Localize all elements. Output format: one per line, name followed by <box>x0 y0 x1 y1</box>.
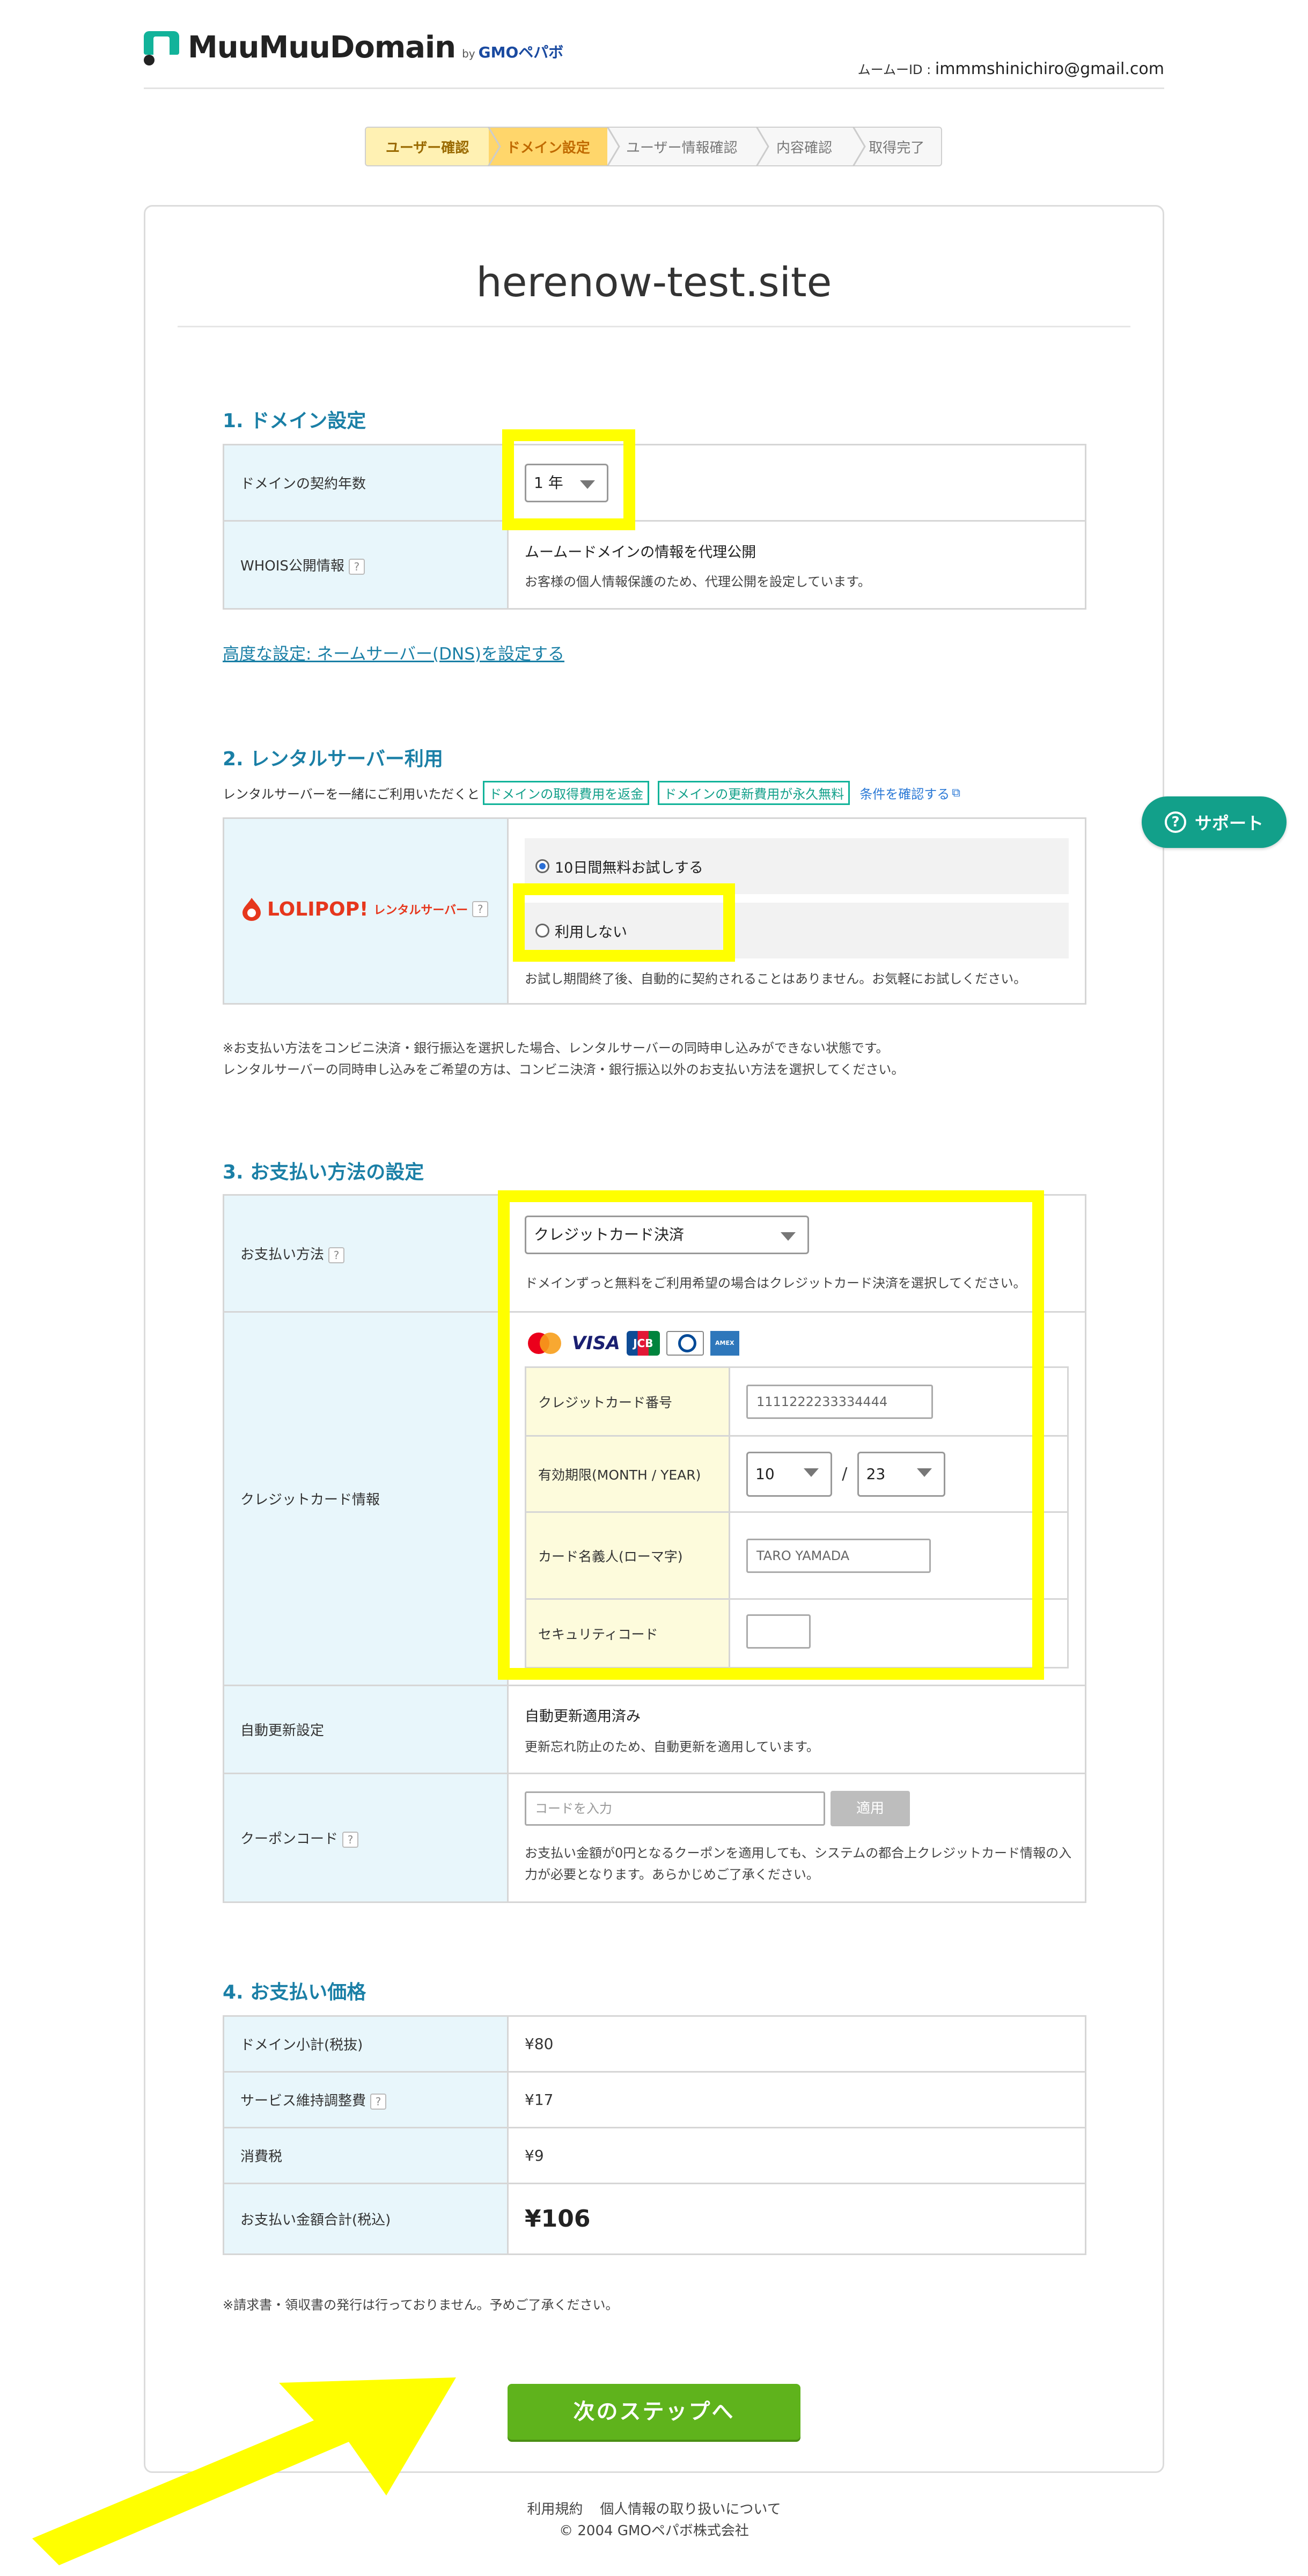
price-row-label-cell: サービス維持調整費? <box>223 2071 509 2128</box>
user-id: ムームーID : immmshinichiro@gmail.com <box>858 59 1164 78</box>
rental-intro-text: レンタルサーバーを一緒にご利用いただくと <box>223 787 480 802</box>
highlight-no-use-option <box>513 883 735 962</box>
price-row-label: サービス維持調整費 <box>240 2093 366 2109</box>
lolipop-help-icon[interactable]: ? <box>472 901 489 917</box>
coupon-note-line-2: 力が必要となります。あらかじめご了承ください。 <box>525 1867 819 1882</box>
price-row-label: 消費税 <box>223 2127 509 2184</box>
site-header: MuuMuuDomain by GMOペパボ ムームーID : immmshin… <box>144 26 1164 89</box>
coupon-label-cell: クーポンコード? <box>223 1773 509 1903</box>
conditions-link[interactable]: 条件を確認する <box>859 784 950 802</box>
coupon-label: クーポンコード <box>240 1831 339 1847</box>
privacy-link[interactable]: 個人情報の取り扱いについて <box>600 2501 781 2518</box>
highlight-term-select <box>502 429 635 530</box>
highlight-payment-area <box>498 1190 1044 1680</box>
payment-method-notice: ※お支払い方法をコンビニ決済・銀行振込を選択した場合、レンタルサーバーの同時申し… <box>223 1037 904 1080</box>
free-trial-label: 10日間無料お試しする <box>555 859 703 876</box>
support-label: サポート <box>1194 813 1263 833</box>
price-row-value: ¥80 <box>507 2015 1086 2073</box>
price-table: ドメイン小計(税抜) ¥80 サービス維持調整費? ¥17 消費税 ¥9 お支払… <box>223 2015 1086 2255</box>
whois-label-cell: WHOIS公開情報? <box>223 520 509 610</box>
coupon-note: お支払い金額が0円となるクーポンを適用しても、システムの都合上クレジットカード情… <box>525 1842 1085 1885</box>
term-label: ドメインの契約年数 <box>223 444 509 522</box>
muumuu-logo[interactable]: MuuMuuDomain by GMOペパボ <box>144 30 563 65</box>
section-domain-settings-title: 1. ドメイン設定 <box>223 410 366 432</box>
copyright: © 2004 GMOペパボ株式会社 <box>559 2523 749 2539</box>
card-info-label: クレジットカード情報 <box>223 1311 509 1686</box>
invoice-note: ※請求書・領収書の発行は行っておりません。予めご了承ください。 <box>223 2297 619 2312</box>
brand-by: by <box>462 47 475 60</box>
whois-cell: ムームードメインの情報を代理公開 お客様の個人情報保護のため、代理公開を設定して… <box>507 520 1086 610</box>
external-link-icon: ⧉ <box>952 786 960 800</box>
badge-refund: ドメインの取得費用を返金 <box>483 781 650 805</box>
price-row-value: ¥17 <box>507 2071 1086 2128</box>
coupon-note-line-1: お支払い金額が0円となるクーポンを適用しても、システムの都合上クレジットカード情… <box>525 1845 1072 1861</box>
dns-settings-link[interactable]: 高度な設定: ネームサーバー(DNS)を設定する <box>223 640 564 664</box>
service-fee-help-icon[interactable]: ? <box>370 2093 387 2110</box>
section-price-title: 4. お支払い価格 <box>223 1981 366 2003</box>
section-payment-method-title: 3. お支払い方法の設定 <box>223 1161 424 1183</box>
method-label-cell: お支払い方法? <box>223 1194 509 1313</box>
notice-line-2: レンタルサーバーの同時申し込みをご希望の方は、コンビニ決済・銀行振込以外のお支払… <box>223 1062 905 1077</box>
coupon-help-icon[interactable]: ? <box>342 1831 359 1848</box>
total-value: ¥106 <box>507 2183 1086 2255</box>
user-id-label: ムームーID : <box>857 62 935 77</box>
domain-name: herenow-test.site <box>476 258 832 306</box>
lolipop-cell: LOLIPOP! レンタルサーバー ? <box>223 817 509 1005</box>
auto-renew-value: 自動更新適用済み <box>525 1708 641 1725</box>
support-button[interactable]: ? サポート <box>1142 796 1287 848</box>
user-id-value: immmshinichiro@gmail.com <box>935 60 1164 78</box>
method-help-icon[interactable]: ? <box>328 1247 345 1263</box>
coupon-code-input[interactable]: コードを入力 <box>525 1791 825 1826</box>
annotation-arrow-icon <box>32 2377 456 2565</box>
lolipop-sub: レンタルサーバー <box>373 904 468 917</box>
price-row-label: ドメイン小計(税抜) <box>223 2015 509 2073</box>
auto-renew-label: 自動更新設定 <box>223 1685 509 1774</box>
coupon-cell: コードを入力 適用 お支払い金額が0円となるクーポンを適用しても、システムの都合… <box>507 1773 1086 1903</box>
site-footer: 利用規約 個人情報の取り扱いについて © 2004 GMOペパボ株式会社 <box>0 2499 1308 2542</box>
step-separators <box>487 127 866 166</box>
whois-help-icon[interactable]: ? <box>348 558 365 575</box>
terms-link[interactable]: 利用規約 <box>527 2501 583 2518</box>
question-icon: ? <box>1164 811 1186 833</box>
whois-value: ムームードメインの情報を代理公開 <box>525 544 756 561</box>
trial-note: お試し期間終了後、自動的に契約されることはありません。お気軽にお試しください。 <box>525 971 1027 986</box>
badge-free-renewal: ドメインの更新費用が永久無料 <box>658 781 850 805</box>
whois-note: お客様の個人情報保護のため、代理公開を設定しています。 <box>525 574 871 589</box>
next-step-button[interactable]: 次のステップへ <box>508 2384 800 2440</box>
section-rental-server-title: 2. レンタルサーバー利用 <box>223 748 443 770</box>
lolipop-flame-icon <box>243 898 261 921</box>
muumuu-logo-mark-icon <box>144 31 179 65</box>
notice-line-1: ※お支払い方法をコンビニ決済・銀行振込を選択した場合、レンタルサーバーの同時申し… <box>223 1041 889 1056</box>
rental-server-intro: レンタルサーバーを一緒にご利用いただくと ドメインの取得費用を返金 ドメインの更… <box>223 781 960 805</box>
free-trial-radio[interactable] <box>535 859 549 873</box>
lolipop-brand: LOLIPOP! <box>267 898 369 920</box>
auto-renew-note: 更新忘れ防止のため、自動更新を適用しています。 <box>525 1739 819 1754</box>
domain-settings-table: ドメインの契約年数 1 年 WHOIS公開情報? ムームードメインの情報を代理公… <box>223 444 1086 610</box>
whois-label: WHOIS公開情報 <box>240 558 344 574</box>
total-label: お支払い金額合計(税込) <box>223 2183 509 2255</box>
title-divider <box>178 326 1130 327</box>
price-row-value: ¥9 <box>507 2127 1086 2184</box>
gmo-pepabo-logo: GMOペパボ <box>478 43 564 61</box>
brand-name: MuuMuuDomain <box>188 30 456 65</box>
coupon-apply-button[interactable]: 適用 <box>831 1790 910 1826</box>
method-label: お支払い方法 <box>240 1247 325 1263</box>
auto-renew-cell: 自動更新適用済み 更新忘れ防止のため、自動更新を適用しています。 <box>507 1685 1086 1774</box>
